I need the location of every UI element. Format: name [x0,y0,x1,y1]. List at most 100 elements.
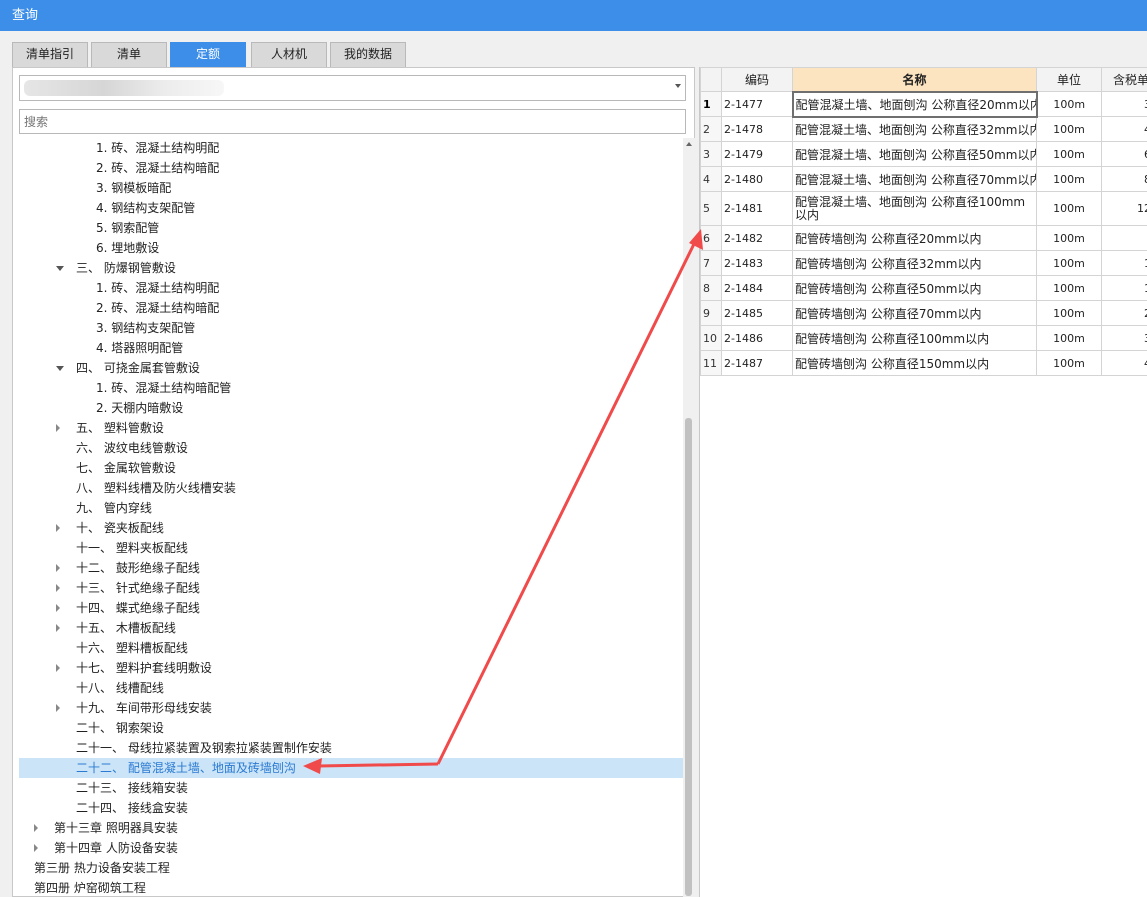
cell-unit[interactable]: 100m [1036,275,1102,301]
tree-item[interactable]: 六、 波纹电线管敷设 [19,438,683,458]
expanded-triangle-icon[interactable] [56,266,64,271]
column-header-name[interactable]: 名称 [792,67,1037,92]
table-row[interactable]: 102-1486配管砖墙刨沟 公称直径100mm以内100m32 [700,325,1147,351]
cell-unit[interactable]: 100m [1036,166,1102,192]
table-row[interactable]: 62-1482配管砖墙刨沟 公称直径20mm以内100m8 [700,225,1147,251]
tree-item[interactable]: 九、 管内穿线 [19,498,683,518]
tree-item[interactable]: 2. 天棚内暗敷设 [19,398,683,418]
column-header-unit[interactable]: 单位 [1036,67,1102,92]
tree-item[interactable]: 十四、 蝶式绝缘子配线 [19,598,683,618]
tree-item[interactable]: 十六、 塑料槽板配线 [19,638,683,658]
tree-item[interactable]: 2. 砖、混凝土结构暗配 [19,158,683,178]
collapsed-triangle-icon[interactable] [34,844,38,852]
chevron-down-icon[interactable] [675,84,681,88]
cell-price[interactable]: 13 [1101,250,1147,276]
row-number[interactable]: 7 [700,250,722,276]
cell-name[interactable]: 配管砖墙刨沟 公称直径50mm以内 [792,275,1037,301]
tree-item[interactable]: 6. 埋地敷设 [19,238,683,258]
tree-item[interactable]: 二十三、 接线箱安装 [19,778,683,798]
cell-unit[interactable]: 100m [1036,141,1102,167]
row-number[interactable]: 1 [700,91,722,117]
tab-bill[interactable]: 清单 [91,42,167,67]
collapsed-triangle-icon[interactable] [56,584,60,592]
column-header-price[interactable]: 含税单 [1101,67,1147,92]
cell-code[interactable]: 2-1477 [721,91,793,117]
row-number[interactable]: 2 [700,116,722,142]
tab-quota[interactable]: 定额 [170,42,246,67]
search-input[interactable] [19,109,686,134]
tree-item[interactable]: 十八、 线槽配线 [19,678,683,698]
expanded-triangle-icon[interactable] [56,366,64,371]
tree-item[interactable]: 1. 砖、混凝土结构明配 [19,138,683,158]
cell-unit[interactable]: 100m [1036,350,1102,376]
tree-item[interactable]: 十九、 车间带形母线安装 [19,698,683,718]
tree-scrollbar[interactable] [683,138,695,897]
cell-code[interactable]: 2-1478 [721,116,793,142]
cell-name[interactable]: 配管砖墙刨沟 公称直径32mm以内 [792,250,1037,276]
table-row[interactable]: 112-1487配管砖墙刨沟 公称直径150mm以内100m41 [700,350,1147,376]
cell-price[interactable]: 34 [1101,91,1147,117]
cell-name[interactable]: 配管砖墙刨沟 公称直径150mm以内 [792,350,1037,376]
cell-name[interactable]: 配管混凝土墙、地面刨沟 公称直径50mm以内 [792,141,1037,167]
tree-item[interactable]: 2. 砖、混凝土结构暗配 [19,298,683,318]
collapsed-triangle-icon[interactable] [56,664,60,672]
row-number[interactable]: 5 [700,191,722,226]
table-row[interactable]: 42-1480配管混凝土墙、地面刨沟 公称直径70mm以内100m88 [700,166,1147,192]
table-row[interactable]: 12-1477配管混凝土墙、地面刨沟 公称直径20mm以内100m34 [700,90,1147,118]
tree-item[interactable]: 二十、 钢索架设 [19,718,683,738]
library-select[interactable] [19,75,686,101]
table-row[interactable]: 72-1483配管砖墙刨沟 公称直径32mm以内100m13 [700,250,1147,276]
row-number[interactable]: 9 [700,300,722,326]
tree-item[interactable]: 二十四、 接线盒安装 [19,798,683,818]
cell-unit[interactable]: 100m [1036,250,1102,276]
cell-unit[interactable]: 100m [1036,91,1102,117]
tree-item[interactable]: 3. 钢结构支架配管 [19,318,683,338]
cell-code[interactable]: 2-1480 [721,166,793,192]
row-number[interactable]: 3 [700,141,722,167]
cell-price[interactable]: 18 [1101,275,1147,301]
cell-code[interactable]: 2-1484 [721,275,793,301]
table-row[interactable]: 82-1484配管砖墙刨沟 公称直径50mm以内100m18 [700,275,1147,301]
row-number[interactable]: 11 [700,350,722,376]
row-number[interactable]: 4 [700,166,722,192]
tree-item[interactable]: 3. 钢模板暗配 [19,178,683,198]
cell-code[interactable]: 2-1483 [721,250,793,276]
cell-unit[interactable]: 100m [1036,325,1102,351]
column-header-code[interactable]: 编码 [721,67,793,92]
collapsed-triangle-icon[interactable] [56,524,60,532]
collapsed-triangle-icon[interactable] [56,624,60,632]
tree-item[interactable]: 4. 塔器照明配管 [19,338,683,358]
tab-my-data[interactable]: 我的数据 [330,42,406,67]
cell-code[interactable]: 2-1482 [721,225,793,251]
cell-name[interactable]: 配管混凝土墙、地面刨沟 公称直径100mm以内 [792,191,1037,226]
tree-item[interactable]: 1. 砖、混凝土结构明配 [19,278,683,298]
cell-code[interactable]: 2-1487 [721,350,793,376]
cell-code[interactable]: 2-1479 [721,141,793,167]
table-row[interactable]: 22-1478配管混凝土墙、地面刨沟 公称直径32mm以内100m46 [700,116,1147,142]
scrollbar-thumb[interactable] [685,418,692,896]
cell-code[interactable]: 2-1485 [721,300,793,326]
tree-item[interactable]: 十七、 塑料护套线明敷设 [19,658,683,678]
scroll-up-icon[interactable] [686,142,692,146]
row-number[interactable]: 10 [700,325,722,351]
table-row[interactable]: 32-1479配管混凝土墙、地面刨沟 公称直径50mm以内100m64 [700,141,1147,167]
cell-name[interactable]: 配管混凝土墙、地面刨沟 公称直径32mm以内 [792,116,1037,142]
cell-price[interactable]: 32 [1101,325,1147,351]
row-number[interactable]: 8 [700,275,722,301]
tree-item[interactable]: 1. 砖、混凝土结构暗配管 [19,378,683,398]
cell-price[interactable]: 41 [1101,350,1147,376]
collapsed-triangle-icon[interactable] [34,824,38,832]
tree-item[interactable]: 二十一、 母线拉紧装置及钢索拉紧装置制作安装 [19,738,683,758]
tree-item[interactable]: 十、 瓷夹板配线 [19,518,683,538]
cell-price[interactable]: 23 [1101,300,1147,326]
table-row[interactable]: 92-1485配管砖墙刨沟 公称直径70mm以内100m23 [700,300,1147,326]
tree-item[interactable]: 三、 防爆钢管敷设 [19,258,683,278]
tree-item[interactable]: 5. 钢索配管 [19,218,683,238]
collapsed-triangle-icon[interactable] [56,704,60,712]
collapsed-triangle-icon[interactable] [56,564,60,572]
row-number[interactable]: 6 [700,225,722,251]
cell-price[interactable]: 8 [1101,225,1147,251]
cell-name[interactable]: 配管砖墙刨沟 公称直径100mm以内 [792,325,1037,351]
cell-price[interactable]: 46 [1101,116,1147,142]
tree-item[interactable]: 第十四章 人防设备安装 [19,838,683,858]
